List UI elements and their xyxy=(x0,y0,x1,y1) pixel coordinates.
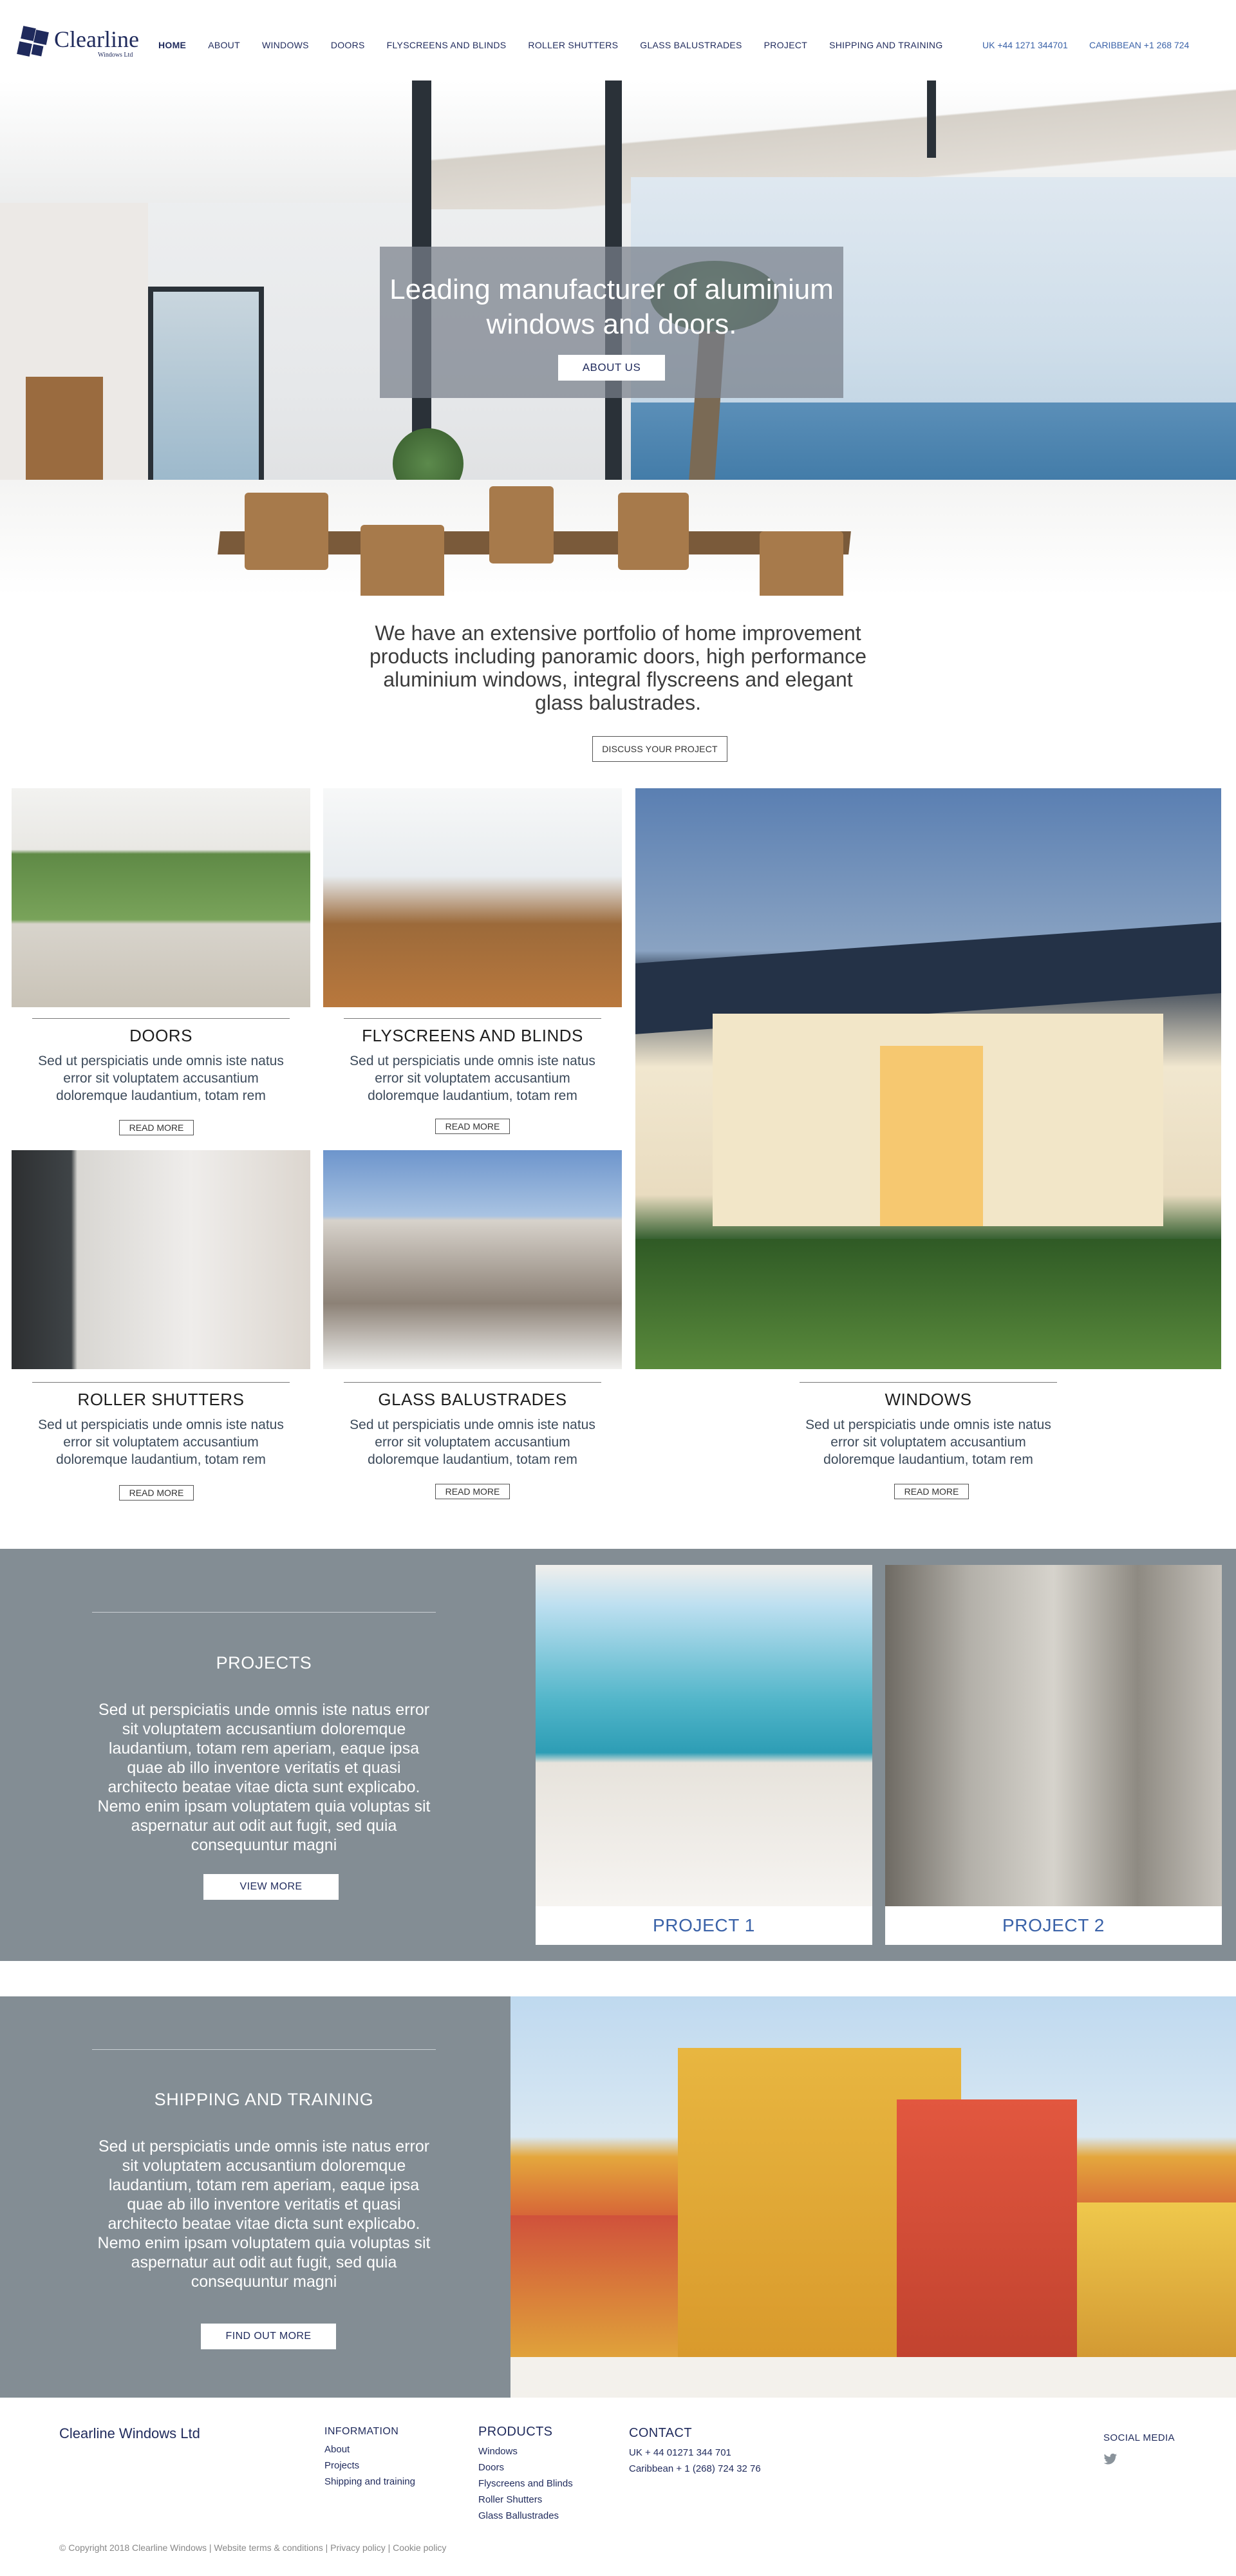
discuss-your-project-button[interactable]: DISCUSS YOUR PROJECT xyxy=(592,736,727,762)
hero-overlay: Leading manufacturer of aluminium window… xyxy=(380,247,843,398)
footer-products-heading: PRODUCTS xyxy=(478,2425,553,2439)
nav-home[interactable]: HOME xyxy=(158,40,186,50)
logo-mark-icon xyxy=(17,26,49,58)
hero-image-chair xyxy=(760,531,843,596)
shipping-section: SHIPPING AND TRAINING Sed ut perspiciati… xyxy=(0,1996,1236,2398)
phone-uk[interactable]: UK +44 1271 344701 xyxy=(982,40,1068,50)
nav-glass-balustrades[interactable]: GLASS BALUSTRADES xyxy=(640,40,742,50)
footer-brand: Clearline Windows Ltd xyxy=(59,2425,200,2441)
footer-link-roller-shutters[interactable]: Roller Shutters xyxy=(478,2492,573,2508)
flyscreens-read-more-button[interactable]: READ MORE xyxy=(435,1119,510,1134)
glass-balustrades-image[interactable] xyxy=(323,1150,622,1369)
hero-title: Leading manufacturer of aluminium window… xyxy=(389,274,834,340)
windows-title[interactable]: WINDOWS xyxy=(635,1390,1221,1410)
footer-link-doors[interactable]: Doors xyxy=(478,2459,573,2476)
roller-shutters-title[interactable]: ROLLER SHUTTERS xyxy=(12,1390,310,1410)
footer-products: PRODUCTS Windows Doors Flyscreens and Bl… xyxy=(478,2425,573,2524)
projects-divider xyxy=(92,1612,436,1613)
footer-social-heading: SOCIAL MEDIA xyxy=(1103,2432,1175,2443)
projects-section: PROJECTS Sed ut perspiciatis unde omnis … xyxy=(0,1549,1236,1961)
footer-link-windows[interactable]: Windows xyxy=(478,2443,573,2459)
project-card-2[interactable]: PROJECT 2 xyxy=(885,1565,1222,1945)
footer-link-flyscreens-and-blinds[interactable]: Flyscreens and Blinds xyxy=(478,2476,573,2492)
logo-subtitle: Windows Ltd xyxy=(98,52,133,59)
shipping-divider xyxy=(92,2049,436,2050)
hero-image-sea xyxy=(631,402,1236,493)
footer-copyright: © Copyright 2018 Clearline Windows | Web… xyxy=(59,2543,447,2553)
shipping-containers-image xyxy=(510,1996,1236,2398)
site-footer: Clearline Windows Ltd INFORMATION About … xyxy=(0,2398,1236,2576)
nav-shipping-and-training[interactable]: SHIPPING AND TRAINING xyxy=(829,40,942,50)
view-more-button[interactable]: VIEW MORE xyxy=(203,1874,339,1900)
project-2-label[interactable]: PROJECT 2 xyxy=(885,1906,1222,1945)
hero-image-chair xyxy=(618,493,689,570)
doors-read-more-button[interactable]: READ MORE xyxy=(119,1120,194,1135)
about-us-button[interactable]: ABOUT US xyxy=(558,355,665,381)
main-nav: HOME ABOUT WINDOWS DOORS FLYSCREENS AND … xyxy=(158,40,965,50)
glass-balustrades-read-more-button[interactable]: READ MORE xyxy=(435,1484,510,1499)
hero-image-chair xyxy=(245,493,328,570)
intro-text: We have an extensive portfolio of home i… xyxy=(370,621,866,714)
project-1-image[interactable] xyxy=(536,1565,872,1906)
nav-windows[interactable]: WINDOWS xyxy=(262,40,309,50)
doors-image[interactable] xyxy=(12,788,310,1007)
container-stack xyxy=(897,2099,1077,2357)
glass-balustrades-description: Sed ut perspiciatis unde omnis iste natu… xyxy=(350,1417,595,1467)
logo[interactable]: Clearline Windows Ltd xyxy=(17,24,140,61)
hero-image-chair xyxy=(489,486,554,564)
roller-shutters-image[interactable] xyxy=(12,1150,310,1369)
nav-about[interactable]: ABOUT xyxy=(208,40,240,50)
windows-image-entrance xyxy=(880,1046,983,1226)
hero-banner: Leading manufacturer of aluminium window… xyxy=(0,80,1236,596)
roller-shutters-read-more-button[interactable]: READ MORE xyxy=(119,1485,194,1501)
project-2-image[interactable] xyxy=(885,1565,1222,1906)
footer-phone-uk[interactable]: UK + 44 01271 344 701 xyxy=(629,2445,761,2461)
container-stack xyxy=(510,2215,678,2357)
shipping-title: SHIPPING AND TRAINING xyxy=(154,2090,374,2109)
container-ground xyxy=(510,2357,1236,2398)
doors-description: Sed ut perspiciatis unde omnis iste natu… xyxy=(38,1054,284,1103)
footer-information-heading: INFORMATION xyxy=(324,2426,399,2437)
nav-flyscreens-and-blinds[interactable]: FLYSCREENS AND BLINDS xyxy=(387,40,507,50)
hero-image-chair xyxy=(360,525,444,596)
footer-phone-caribbean[interactable]: Caribbean + 1 (268) 724 32 76 xyxy=(629,2461,761,2477)
footer-link-glass-ballustrades[interactable]: Glass Ballustrades xyxy=(478,2508,573,2524)
site-header: Clearline Windows Ltd HOME ABOUT WINDOWS… xyxy=(0,0,1236,80)
windows-image-lawn xyxy=(635,1239,1221,1369)
project-card-1[interactable]: PROJECT 1 xyxy=(536,1565,872,1945)
nav-doors[interactable]: DOORS xyxy=(331,40,365,50)
windows-description: Sed ut perspiciatis unde omnis iste natu… xyxy=(805,1417,1051,1467)
shipping-description: Sed ut perspiciatis unde omnis iste natu… xyxy=(97,2137,431,2291)
footer-link-projects[interactable]: Projects xyxy=(324,2458,415,2474)
container-stack xyxy=(1077,2202,1236,2357)
doors-title[interactable]: DOORS xyxy=(12,1026,310,1046)
footer-information: INFORMATION About Projects Shipping and … xyxy=(324,2426,415,2490)
twitter-icon[interactable] xyxy=(1103,2453,1118,2466)
nav-roller-shutters[interactable]: ROLLER SHUTTERS xyxy=(528,40,618,50)
roller-shutters-description: Sed ut perspiciatis unde omnis iste natu… xyxy=(38,1417,284,1467)
nav-project[interactable]: PROJECT xyxy=(764,40,807,50)
hero-image-frame xyxy=(927,80,936,158)
flyscreens-title[interactable]: FLYSCREENS AND BLINDS xyxy=(323,1026,622,1046)
flyscreens-image[interactable] xyxy=(323,788,622,1007)
footer-link-shipping-and-training[interactable]: Shipping and training xyxy=(324,2474,415,2490)
find-out-more-button[interactable]: FIND OUT MORE xyxy=(201,2324,336,2349)
footer-link-about[interactable]: About xyxy=(324,2441,415,2458)
project-1-label[interactable]: PROJECT 1 xyxy=(536,1906,872,1945)
phone-caribbean[interactable]: CARIBBEAN +1 268 724 xyxy=(1089,40,1189,50)
projects-title: PROJECTS xyxy=(216,1653,312,1672)
windows-image[interactable] xyxy=(635,788,1221,1369)
windows-read-more-button[interactable]: READ MORE xyxy=(894,1484,969,1499)
logo-name: Clearline xyxy=(54,26,139,52)
flyscreens-description: Sed ut perspiciatis unde omnis iste natu… xyxy=(350,1054,595,1103)
glass-balustrades-title[interactable]: GLASS BALUSTRADES xyxy=(323,1390,622,1410)
footer-contact-heading: CONTACT xyxy=(629,2426,692,2440)
projects-description: Sed ut perspiciatis unde omnis iste natu… xyxy=(97,1701,431,1854)
footer-contact: CONTACT UK + 44 01271 344 701 Caribbean … xyxy=(629,2426,761,2477)
